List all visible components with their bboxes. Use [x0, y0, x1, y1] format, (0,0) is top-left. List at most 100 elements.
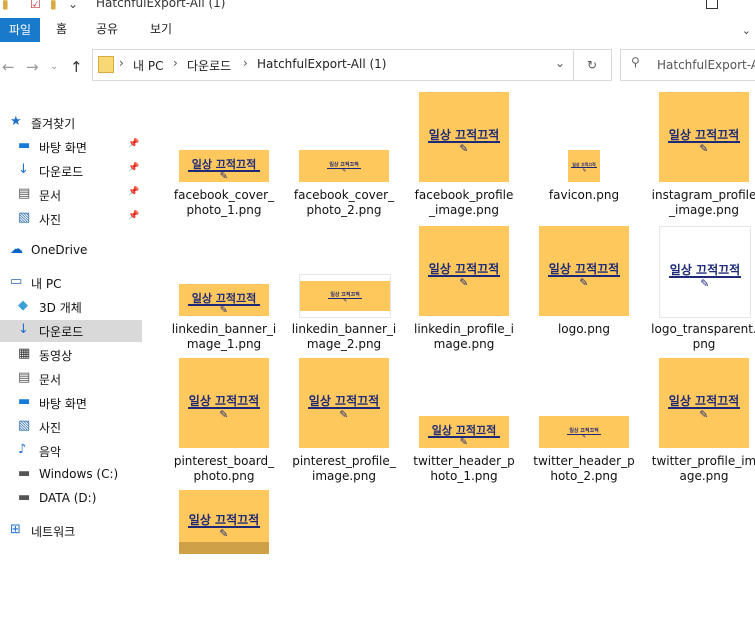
file-item[interactable]: 일상 끄적끄적 ✎ facebook_profile _image.png — [406, 90, 522, 220]
logo-text: 일상 끄적끄적 — [188, 393, 260, 408]
file-name: facebook_cover_ photo_2.png — [286, 188, 402, 218]
pen-icon: ✎ — [219, 408, 229, 422]
file-item[interactable]: 일상 끄적끄적 ✎ logo_transparent. png — [646, 224, 755, 354]
file-thumbnail: 일상 끄적끄적 ✎ — [179, 150, 269, 182]
pen-icon: ✎ — [582, 434, 587, 441]
up-arrow-icon[interactable]: ↑ — [70, 58, 83, 76]
sidebar-item[interactable]: ▤ 문서 📌 — [0, 184, 142, 206]
file-item[interactable]: 일상 끄적끄적 ✎ — [166, 488, 282, 618]
file-thumbnail: 일상 끄적끄적 ✎ — [179, 490, 269, 554]
sidebar-item[interactable]: ♪ 음악 — [0, 440, 142, 462]
sidebar-item[interactable]: ⊞ 네트워크 — [0, 520, 142, 542]
breadcrumb-downloads[interactable]: 다운로드 — [187, 57, 231, 74]
tab-file[interactable]: 파일 — [0, 18, 40, 42]
tab-view[interactable]: 보기 — [150, 20, 172, 37]
cube-icon: ◆ — [18, 298, 28, 313]
file-name: favicon.png — [526, 188, 642, 203]
sidebar-item[interactable]: ★ 즐겨찾기 — [0, 112, 142, 134]
file-item[interactable]: 일상 끄적끄적 ✎ linkedin_banner_i mage_2.png — [286, 224, 402, 354]
file-name-line: photo_2.png — [306, 203, 382, 217]
chevron-down-icon[interactable]: ⌄ — [555, 56, 565, 70]
ribbon: 파일 홈 공유 보기 ⌄ — [0, 14, 755, 45]
sidebar-item[interactable]: ↓ 다운로드 📌 — [0, 160, 142, 182]
tab-share[interactable]: 공유 — [96, 20, 118, 37]
computer-icon: ▭ — [10, 274, 23, 289]
search-box[interactable]: ⚲ HatchfulExport-All — [620, 49, 755, 81]
logo-text: 일상 끄적끄적 — [188, 512, 260, 527]
sidebar-item[interactable]: ▬ 바탕 화면 📌 — [0, 136, 142, 158]
picture-icon: ▧ — [18, 418, 31, 433]
sidebar-item-label: OneDrive — [31, 243, 88, 257]
back-arrow-icon[interactable]: ← — [2, 58, 15, 76]
file-item[interactable]: 일상 끄적끄적 ✎ linkedin_banner_i mage_1.png — [166, 224, 282, 354]
file-name: logo_transparent. png — [646, 322, 755, 352]
sidebar-item[interactable]: ▭ 내 PC — [0, 272, 142, 294]
file-item[interactable]: 일상 끄적끄적 ✎ pinterest_board_ photo.png — [166, 356, 282, 486]
file-name-line: png — [692, 337, 716, 351]
sidebar-item[interactable]: ▬ Windows (C:) — [0, 464, 142, 486]
breadcrumb-this-pc[interactable]: 내 PC — [133, 57, 163, 74]
sidebar-item[interactable]: ▬ 바탕 화면 — [0, 392, 142, 414]
file-name: logo.png — [526, 322, 642, 337]
file-item[interactable]: 일상 끄적끄적 ✎ pinterest_profile_ image.png — [286, 356, 402, 486]
pen-icon: ✎ — [339, 408, 349, 422]
pen-icon: ✎ — [459, 142, 469, 156]
sidebar-item[interactable]: ▧ 사진 📌 — [0, 208, 142, 230]
file-name: facebook_profile _image.png — [406, 188, 522, 218]
refresh-button[interactable]: ↻ — [573, 50, 610, 80]
file-name-line: age.png — [679, 469, 729, 483]
music-icon: ♪ — [18, 442, 27, 457]
pin-icon: 📌 — [128, 163, 140, 173]
pin-icon: 📌 — [128, 139, 140, 149]
breadcrumb-current-folder[interactable]: HatchfulExport-All (1) — [257, 57, 387, 71]
file-item[interactable]: 일상 끄적끄적 ✎ twitter_header_p hoto_1.png — [406, 356, 522, 486]
file-name-line: hoto_2.png — [550, 469, 618, 483]
breadcrumb-separator-icon[interactable]: › — [243, 56, 248, 70]
sidebar-item-label: 바탕 화면 — [39, 141, 87, 155]
video-icon: ▦ — [18, 346, 31, 361]
chevron-down-icon[interactable]: ⌄ — [742, 24, 751, 37]
file-name: twitter_header_p hoto_1.png — [406, 454, 522, 484]
sidebar-item[interactable]: ☁ OneDrive — [0, 240, 142, 262]
chevron-down-icon[interactable]: ⌄ — [68, 0, 78, 11]
file-name: pinterest_profile_ image.png — [286, 454, 402, 484]
sidebar-item-label: 문서 — [39, 189, 62, 203]
maximize-button[interactable] — [706, 0, 718, 9]
file-name-line: twitter_profile_im — [651, 454, 755, 468]
search-input[interactable]: HatchfulExport-All — [657, 58, 755, 72]
file-name: facebook_cover_ photo_1.png — [166, 188, 282, 218]
file-name-line: linkedin_banner_i — [171, 322, 277, 336]
file-item[interactable]: 일상 끄적끄적 ✎ favicon.png — [526, 90, 642, 220]
breadcrumb-separator-icon[interactable]: › — [173, 56, 178, 70]
file-item[interactable]: 일상 끄적끄적 ✎ logo.png — [526, 224, 642, 354]
file-name-line: favicon.png — [548, 188, 620, 202]
sidebar-item[interactable]: ▧ 사진 — [0, 416, 142, 438]
sidebar-item[interactable]: ▬ DATA (D:) — [0, 488, 142, 510]
tab-home[interactable]: 홈 — [56, 20, 67, 37]
picture-icon: ▧ — [18, 210, 31, 225]
file-name-line: _image.png — [428, 203, 500, 217]
checkbox-icon[interactable]: ☑ — [30, 0, 41, 11]
file-item[interactable]: 일상 끄적끄적 ✎ linkedin_profile_i mage.png — [406, 224, 522, 354]
file-thumbnail: 일상 끄적끄적 ✎ — [568, 150, 600, 182]
recent-dropdown-icon[interactable]: ⌄ — [50, 61, 58, 72]
sidebar-item[interactable]: ▤ 문서 — [0, 368, 142, 390]
sidebar-item[interactable]: ◆ 3D 개체 — [0, 296, 142, 318]
file-thumbnail: 일상 끄적끄적 ✎ — [539, 416, 629, 448]
file-name-line: logo.png — [557, 322, 611, 336]
file-item[interactable]: 일상 끄적끄적 ✎ twitter_profile_im age.png — [646, 356, 755, 486]
folder-icon[interactable]: ▮ — [50, 0, 57, 11]
drive-icon: ▬ — [18, 466, 31, 481]
address-bar[interactable]: › 내 PC › 다운로드 › HatchfulExport-All (1) ⌄… — [92, 49, 612, 81]
breadcrumb-separator-icon[interactable]: › — [119, 56, 124, 70]
file-item[interactable]: 일상 끄적끄적 ✎ facebook_cover_ photo_1.png — [166, 90, 282, 220]
forward-arrow-icon[interactable]: → — [26, 58, 39, 76]
sidebar-item[interactable]: ▦ 동영상 — [0, 344, 142, 366]
file-item[interactable]: 일상 끄적끄적 ✎ twitter_header_p hoto_2.png — [526, 356, 642, 486]
file-item[interactable]: 일상 끄적끄적 ✎ facebook_cover_ photo_2.png — [286, 90, 402, 220]
file-name-line: facebook_cover_ — [173, 188, 275, 202]
sidebar-item[interactable]: ↓ 다운로드 — [0, 320, 142, 342]
file-item[interactable]: 일상 끄적끄적 ✎ instagram_profile _image.png — [646, 90, 755, 220]
sidebar-item-label: 음악 — [39, 445, 62, 459]
file-name-line: photo_1.png — [186, 203, 262, 217]
